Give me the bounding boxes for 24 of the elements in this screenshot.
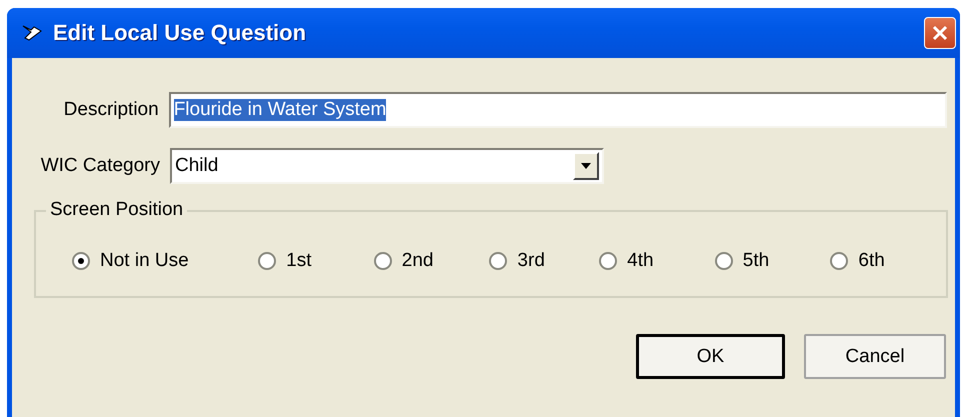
caret-icon (580, 162, 592, 170)
radio-label: 3rd (517, 250, 545, 272)
category-dropdown[interactable]: Child (170, 148, 604, 184)
close-icon (931, 24, 949, 42)
radio-button[interactable] (489, 252, 508, 270)
radio-label: Not in Use (100, 250, 189, 272)
radio-label: 5th (742, 250, 770, 272)
radio-label: 4th (627, 250, 654, 272)
radio-button[interactable] (599, 252, 618, 270)
radio-button[interactable] (374, 252, 392, 270)
description-label: Description (62, 99, 159, 121)
radio-label: 2nd (402, 250, 434, 272)
radio-button[interactable] (72, 252, 90, 270)
cancel-button[interactable]: Cancel (804, 334, 946, 379)
radio-button[interactable] (258, 252, 276, 270)
radio-button[interactable] (714, 252, 733, 270)
radio-button[interactable] (830, 252, 848, 270)
radio-label: 1st (286, 250, 312, 272)
window-title: Edit Local Use Question (53, 20, 308, 46)
description-field[interactable]: Flouride in Water System (168, 92, 947, 128)
close-button[interactable] (924, 17, 956, 49)
category-label: WIC Category (40, 155, 160, 177)
radio-label: 6th (858, 250, 885, 272)
ok-button[interactable]: OK (636, 334, 785, 379)
